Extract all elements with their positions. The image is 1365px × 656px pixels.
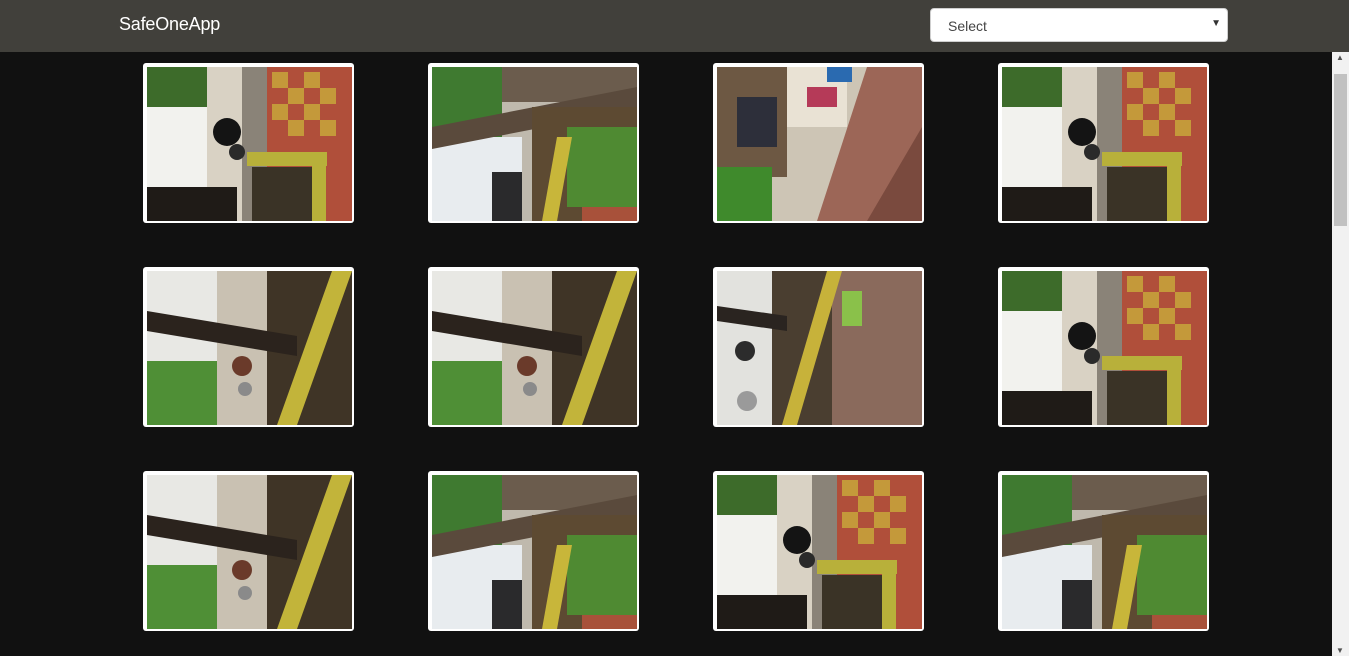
gallery-thumbnail[interactable] [713,267,924,427]
thumbnail-photo [432,67,637,221]
filter-select[interactable]: Select ▼ [930,8,1228,42]
scrollbar-thumb[interactable] [1334,74,1347,226]
thumbnail-photo [432,475,637,629]
thumbnail-photo [147,271,352,425]
thumbnail-photo [717,271,922,425]
thumbnail-photo [1002,475,1207,629]
scroll-up-arrow-icon[interactable]: ▲ [1336,53,1344,62]
gallery-thumbnail[interactable] [428,267,639,427]
gallery-thumbnail[interactable] [713,471,924,631]
app-brand[interactable]: SafeOneApp [119,14,220,35]
thumbnail-photo [1002,271,1207,425]
gallery-thumbnail[interactable] [143,267,354,427]
vertical-scrollbar[interactable]: ▲ ▼ [1332,52,1349,656]
thumbnail-photo [432,271,637,425]
thumbnail-photo [147,475,352,629]
gallery-thumbnail[interactable] [998,471,1209,631]
thumbnail-photo [1002,67,1207,221]
gallery-thumbnail[interactable] [428,63,639,223]
gallery-thumbnail[interactable] [143,63,354,223]
thumbnail-photo [717,475,922,629]
filter-select-value: Select [948,18,987,34]
thumbnail-photo [717,67,922,221]
scroll-down-arrow-icon[interactable]: ▼ [1336,646,1344,655]
gallery-thumbnail[interactable] [428,471,639,631]
gallery-thumbnail[interactable] [713,63,924,223]
thumbnail-photo [147,67,352,221]
photo-gallery [0,52,1332,656]
top-navbar: SafeOneApp Select ▼ [0,0,1349,52]
page-edge [1349,0,1365,656]
gallery-thumbnail[interactable] [998,63,1209,223]
gallery-thumbnail[interactable] [143,471,354,631]
chevron-down-icon: ▼ [1211,18,1221,29]
gallery-thumbnail[interactable] [998,267,1209,427]
